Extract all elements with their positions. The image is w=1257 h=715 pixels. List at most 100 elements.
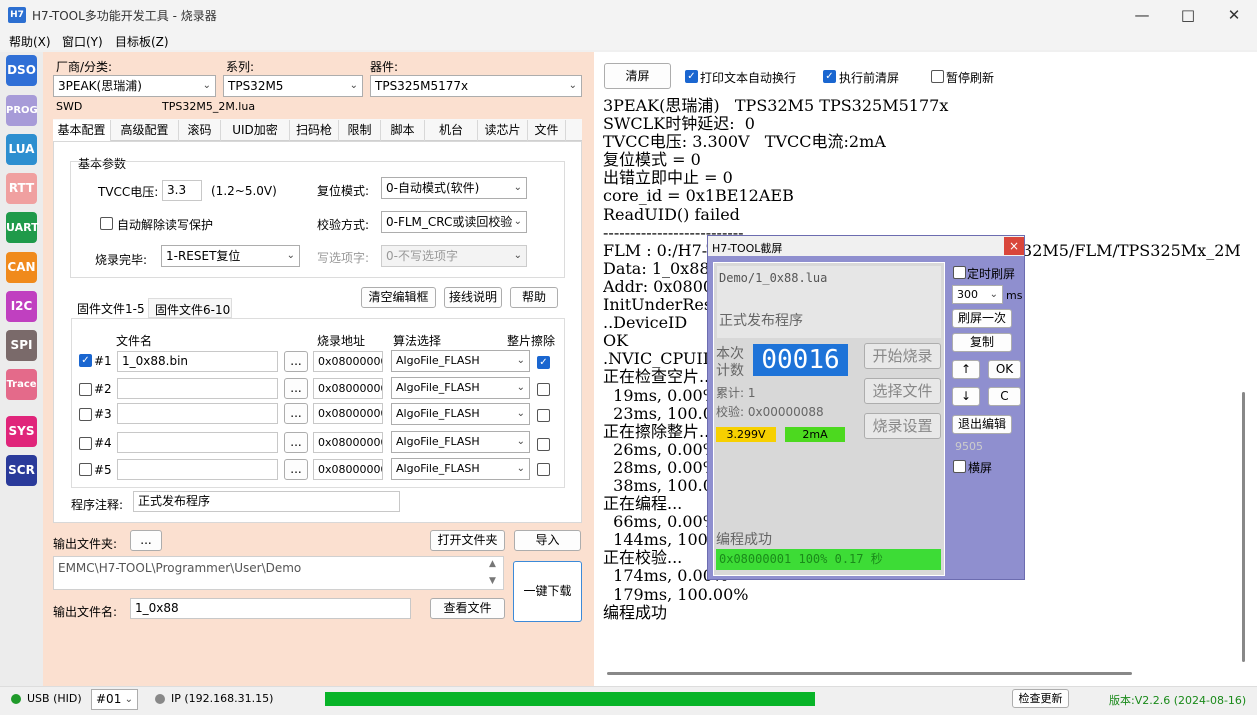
landscape-checkbox[interactable] — [953, 460, 966, 473]
row-file-input[interactable] — [117, 378, 278, 399]
tab-file[interactable]: 文件 — [528, 120, 566, 141]
popup-start-button[interactable]: 开始烧录 — [864, 343, 941, 369]
sidebar-can-button[interactable]: CAN — [6, 252, 37, 283]
view-file-button[interactable]: 查看文件 — [430, 598, 505, 619]
row-algo-select[interactable]: AlgoFile_FLASH ⌄ — [391, 403, 530, 425]
sidebar-dso-button[interactable]: DSO — [6, 55, 37, 86]
close-button[interactable]: ✕ — [1211, 0, 1257, 30]
tab-read-chip[interactable]: 读芯片 — [478, 120, 528, 141]
scroll-up-icon[interactable]: ▲ — [489, 559, 496, 569]
reset-mode-select[interactable]: 0-自动模式(软件) ⌄ — [381, 177, 527, 199]
note-input[interactable]: 正式发布程序 — [133, 491, 400, 512]
vendor-select[interactable]: 3PEAK(思瑞浦) ⌄ — [53, 75, 216, 97]
row-addr-input[interactable]: 0x08000000 — [313, 351, 383, 372]
tab-rolling-code[interactable]: 滚码 — [179, 120, 221, 141]
auto-wrap-checkbox[interactable]: ✓ — [685, 70, 698, 83]
port-select[interactable]: #01 ⌄ — [91, 689, 138, 710]
row-addr-input[interactable]: 0x08000000 — [313, 378, 383, 399]
import-button[interactable]: 导入 — [514, 530, 581, 551]
row-addr-input[interactable]: 0x08000000 — [313, 459, 383, 480]
tab-firmware-1-5[interactable]: 固件文件1-5 — [71, 298, 148, 318]
sidebar-prog-button[interactable]: PROG — [6, 95, 38, 126]
down-arrow-button[interactable]: ↓ — [952, 387, 980, 406]
log-vertical-scrollbar[interactable] — [1242, 392, 1245, 662]
tab-firmware-6-10[interactable]: 固件文件6-10 — [148, 298, 232, 318]
tab-basic[interactable]: 基本配置 — [53, 120, 111, 141]
check-update-button[interactable]: 检查更新 — [1012, 689, 1069, 708]
row-enable-checkbox[interactable] — [79, 383, 92, 396]
row-erase-checkbox[interactable] — [537, 383, 550, 396]
row-browse-button[interactable]: ... — [284, 378, 308, 399]
wiring-help-button[interactable]: 接线说明 — [444, 287, 502, 308]
row-erase-checkbox[interactable] — [537, 438, 550, 451]
exit-edit-button[interactable]: 退出编辑 — [952, 415, 1012, 434]
row-file-input[interactable] — [117, 459, 278, 480]
popup-close-button[interactable]: × — [1004, 237, 1024, 255]
output-folder-button[interactable]: ... — [130, 530, 162, 551]
menu-window[interactable]: 窗口(Y) — [62, 33, 103, 50]
device-select[interactable]: TPS325M5177x ⌄ — [370, 75, 582, 97]
row-erase-checkbox[interactable] — [537, 409, 550, 422]
tab-advanced[interactable]: 高级配置 — [111, 120, 179, 141]
verify-select[interactable]: 0-FLM_CRC或读回校验 ⌄ — [381, 211, 527, 233]
sidebar-rtt-button[interactable]: RTT — [6, 173, 37, 204]
row-addr-input[interactable]: 0x08000000 — [313, 403, 383, 424]
series-select[interactable]: TPS32M5 ⌄ — [223, 75, 363, 97]
row-algo-select[interactable]: AlgoFile_FLASH ⌄ — [391, 350, 530, 372]
sidebar-scr-button[interactable]: SCR — [6, 455, 37, 486]
tvcc-input[interactable]: 3.3 — [162, 180, 202, 201]
tab-limit[interactable]: 限制 — [339, 120, 381, 141]
sidebar-uart-button[interactable]: UART — [6, 212, 39, 243]
row-algo-select[interactable]: AlgoFile_FLASH ⌄ — [391, 431, 530, 453]
clear-edit-button[interactable]: 清空编辑框 — [361, 287, 436, 308]
row-file-input[interactable]: 1_0x88.bin — [117, 351, 278, 372]
row-addr-input[interactable]: 0x08000000 — [313, 432, 383, 453]
sidebar-i2c-button[interactable]: I2C — [6, 291, 37, 322]
sidebar-lua-button[interactable]: LUA — [6, 134, 37, 165]
tab-machine[interactable]: 机台 — [425, 120, 478, 141]
tab-uid-encrypt[interactable]: UID加密 — [221, 120, 290, 141]
auto-unlock-checkbox[interactable] — [100, 217, 113, 230]
sidebar-spi-button[interactable]: SPI — [6, 330, 37, 361]
clear-before-checkbox[interactable]: ✓ — [823, 70, 836, 83]
help-button[interactable]: 帮助 — [510, 287, 558, 308]
row-enable-checkbox[interactable] — [79, 463, 92, 476]
row-erase-checkbox[interactable] — [537, 463, 550, 476]
row-browse-button[interactable]: ... — [284, 403, 308, 424]
minimize-button[interactable]: — — [1119, 0, 1165, 30]
scroll-down-icon[interactable]: ▼ — [489, 576, 496, 586]
output-path-box[interactable]: EMMC\H7-TOOL\Programmer\User\Demo — [53, 556, 504, 590]
row-browse-button[interactable]: ... — [284, 351, 308, 372]
c-button[interactable]: C — [988, 387, 1021, 406]
row-erase-checkbox[interactable]: ✓ — [537, 356, 550, 369]
finish-select[interactable]: 1-RESET复位 ⌄ — [161, 245, 300, 267]
sidebar-trace-button[interactable]: Trace — [6, 369, 37, 400]
menu-help[interactable]: 帮助(X) — [9, 33, 51, 50]
popup-select-button[interactable]: 选择文件 — [864, 378, 941, 404]
refresh-interval-select[interactable]: 300 ⌄ — [952, 285, 1003, 304]
row-algo-select[interactable]: AlgoFile_FLASH ⌄ — [391, 377, 530, 399]
one-key-download-button[interactable]: 一键下载 — [513, 561, 582, 622]
popup-settings-button[interactable]: 烧录设置 — [864, 413, 941, 439]
maximize-button[interactable]: □ — [1165, 0, 1211, 30]
menu-target[interactable]: 目标板(Z) — [115, 33, 169, 50]
row-browse-button[interactable]: ... — [284, 432, 308, 453]
tab-script[interactable]: 脚本 — [381, 120, 425, 141]
row-browse-button[interactable]: ... — [284, 459, 308, 480]
copy-button[interactable]: 复制 — [952, 333, 1012, 352]
sidebar-sys-button[interactable]: SYS — [6, 416, 37, 447]
row-enable-checkbox[interactable] — [79, 437, 92, 450]
row-file-input[interactable] — [117, 432, 278, 453]
up-arrow-button[interactable]: ↑ — [952, 360, 980, 379]
option-byte-select[interactable]: 0-不写选项字 ⌄ — [381, 245, 527, 267]
timed-refresh-checkbox[interactable] — [953, 266, 966, 279]
row-algo-select[interactable]: AlgoFile_FLASH ⌄ — [391, 458, 530, 480]
log-horizontal-scrollbar[interactable] — [607, 672, 1132, 675]
tab-scanner[interactable]: 扫码枪 — [290, 120, 339, 141]
row-enable-checkbox[interactable]: ✓ — [79, 354, 92, 367]
row-file-input[interactable] — [117, 403, 278, 424]
refresh-once-button[interactable]: 刷屏一次 — [952, 309, 1012, 328]
open-folder-button[interactable]: 打开文件夹 — [430, 530, 505, 551]
output-name-input[interactable]: 1_0x88 — [130, 598, 411, 619]
ok-button[interactable]: OK — [988, 360, 1021, 379]
